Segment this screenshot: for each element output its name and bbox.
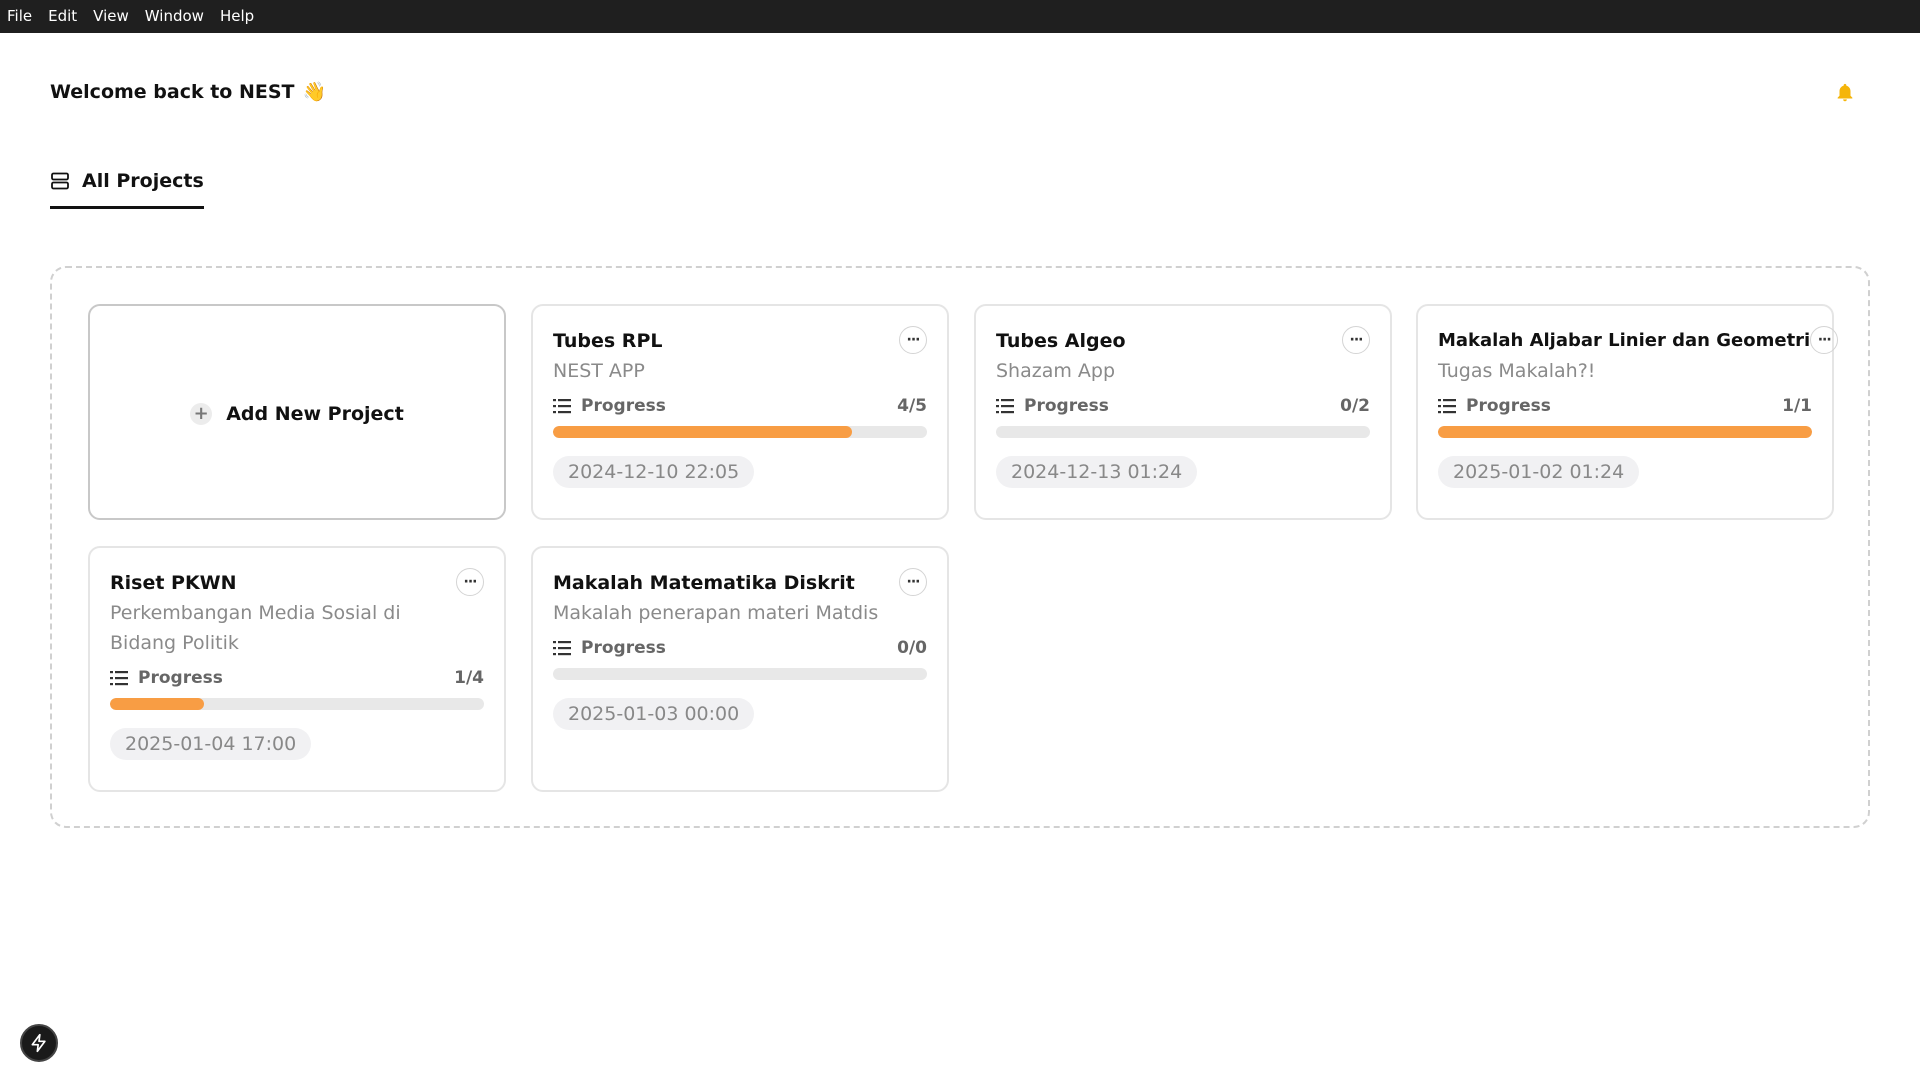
progress-label: Progress xyxy=(581,396,666,416)
menu-edit[interactable]: Edit xyxy=(48,0,77,33)
welcome-text: Welcome back to NEST xyxy=(50,80,295,103)
project-title: Riset PKWN xyxy=(110,572,237,594)
progress-count: 4/5 xyxy=(897,396,927,416)
progress-label: Progress xyxy=(138,668,223,688)
progress-bar xyxy=(1438,426,1812,438)
add-project-card[interactable]: + Add New Project xyxy=(88,304,506,520)
project-card[interactable]: Tubes Algeo ··· Shazam App Progress 0/2 … xyxy=(974,304,1392,520)
menu-bar: File Edit View Window Help xyxy=(0,0,1920,33)
progress-bar-fill xyxy=(553,426,853,438)
project-title: Tubes RPL xyxy=(553,330,663,352)
progress-bar-fill xyxy=(1438,426,1812,438)
list-icon xyxy=(553,399,571,414)
progress-count: 0/0 xyxy=(897,638,927,658)
progress-bar xyxy=(553,426,927,438)
project-card[interactable]: Makalah Matematika Diskrit ··· Makalah p… xyxy=(531,546,949,792)
more-options-icon[interactable]: ··· xyxy=(1342,326,1370,354)
list-icon xyxy=(1438,399,1456,414)
progress-bar xyxy=(996,426,1370,438)
wave-emoji: 👋 xyxy=(302,81,327,103)
progress-label: Progress xyxy=(1024,396,1109,416)
project-title: Tubes Algeo xyxy=(996,330,1126,352)
more-options-icon[interactable]: ··· xyxy=(899,568,927,596)
project-title: Makalah Matematika Diskrit xyxy=(553,572,855,594)
add-project-label: Add New Project xyxy=(226,403,404,425)
plus-icon: + xyxy=(190,403,213,425)
tab-label: All Projects xyxy=(82,170,204,192)
progress-label: Progress xyxy=(581,638,666,658)
lightning-icon xyxy=(31,1033,46,1053)
list-icon xyxy=(110,671,128,686)
projects-board: + Add New Project Tubes RPL ··· NEST APP… xyxy=(50,266,1870,828)
progress-bar xyxy=(553,668,927,680)
project-subtitle: NEST APP xyxy=(553,360,645,382)
list-icon xyxy=(996,399,1014,414)
project-card[interactable]: Makalah Aljabar Linier dan Geometri ··· … xyxy=(1416,304,1839,520)
bell-icon[interactable] xyxy=(1834,82,1856,104)
date-badge: 2024-12-13 01:24 xyxy=(996,456,1198,488)
menu-window[interactable]: Window xyxy=(145,0,204,33)
progress-count: 1/4 xyxy=(454,668,484,688)
date-badge: 2024-12-10 22:05 xyxy=(553,456,755,488)
more-options-icon[interactable]: ··· xyxy=(456,568,484,596)
list-icon xyxy=(553,641,571,656)
project-subtitle: Tugas Makalah?! xyxy=(1438,360,1596,382)
menu-file[interactable]: File xyxy=(7,0,32,33)
menu-view[interactable]: View xyxy=(93,0,129,33)
date-badge: 2025-01-04 17:00 xyxy=(110,728,312,760)
progress-bar-fill xyxy=(110,698,204,710)
dev-tools-button[interactable] xyxy=(20,1024,58,1062)
progress-bar xyxy=(110,698,484,710)
tab-all-projects[interactable]: All Projects xyxy=(50,170,204,209)
more-options-icon[interactable]: ··· xyxy=(899,326,927,354)
menu-help[interactable]: Help xyxy=(220,0,254,33)
project-card[interactable]: Tubes RPL ··· NEST APP Progress 4/5 2024… xyxy=(531,304,949,520)
welcome-heading: Welcome back to NEST 👋 xyxy=(50,80,327,104)
project-title: Makalah Aljabar Linier dan Geometri xyxy=(1438,330,1811,351)
project-card[interactable]: Riset PKWN ··· Perkembangan Media Sosial… xyxy=(88,546,506,792)
project-subtitle: Shazam App xyxy=(996,360,1116,382)
project-subtitle: Makalah penerapan materi Matdis xyxy=(553,602,879,624)
stack-icon xyxy=(51,172,69,190)
progress-label: Progress xyxy=(1466,396,1551,416)
project-subtitle: Perkembangan Media Sosial di Bidang Poli… xyxy=(110,602,401,654)
more-options-icon[interactable]: ··· xyxy=(1810,326,1839,354)
date-badge: 2025-01-02 01:24 xyxy=(1438,456,1640,488)
progress-count: 0/2 xyxy=(1340,396,1370,416)
progress-count: 1/1 xyxy=(1782,396,1812,416)
date-badge: 2025-01-03 00:00 xyxy=(553,698,755,730)
